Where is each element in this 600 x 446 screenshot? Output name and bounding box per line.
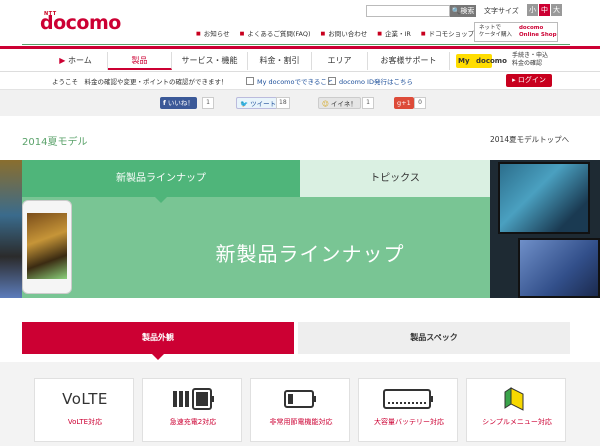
docomo-id-link[interactable]: docomo ID発行はこちら (328, 76, 413, 86)
font-size-medium-button[interactable]: 中 (539, 4, 550, 16)
feature-label: 非常用節電機能対応 (269, 418, 333, 426)
font-size-label: 文字サイズ (484, 7, 519, 15)
feature-label: 急速充電2対応 (169, 418, 217, 426)
volte-icon: VoLTE (62, 390, 108, 408)
battery-saver-icon (251, 385, 351, 413)
model-header: 2014夏モデル 2014夏モデルトップへ (0, 116, 600, 160)
welcome-bar: ようこそ 料金の確認や変更・ポイントの確認ができます！ My docomoででき… (0, 72, 600, 90)
tab-topics[interactable]: トピックス (300, 160, 490, 197)
feature-label: シンプルメニュー対応 (482, 418, 552, 426)
nav-item-services[interactable]: サービス・機能 (172, 52, 248, 70)
online-shop-left-text: ネットで ケータイ購入 (479, 25, 513, 38)
tab-lineup[interactable]: 新製品ラインナップ (22, 160, 300, 197)
my-docomo-subtext: 手続き・申込 料金の確認 (512, 52, 549, 67)
font-size-small-button[interactable]: 小 (527, 4, 538, 16)
home-icon: ▶ (59, 56, 66, 65)
feature-label: VoLTE対応 (67, 418, 103, 426)
twitter-icon: 🐦 (240, 100, 249, 108)
phone-image (22, 200, 72, 294)
tablet-image (498, 162, 590, 234)
util-link-contact[interactable]: お問い合わせ (321, 28, 367, 38)
search-input[interactable] (366, 5, 450, 17)
nav-item-home[interactable]: ▶ ホーム (44, 52, 108, 70)
online-shop-logo: docomo Online Shop (519, 25, 557, 38)
feature-card-battery-saver[interactable]: 非常用節電機能対応 (250, 378, 350, 442)
docomo-logo[interactable]: docomo (40, 12, 121, 34)
online-shop-banner[interactable]: ネットで ケータイ購入 docomo Online Shop (474, 22, 558, 42)
site-header: NTT docomo 🔍検索 文字サイズ 小 中 大 お知らせ よくあるご質問(… (0, 0, 600, 46)
feature-card-simple-menu[interactable]: シンプルメニュー対応 (466, 378, 566, 442)
banner-left-image (0, 160, 22, 298)
model-divider (22, 44, 570, 45)
tab-pointer (155, 197, 167, 203)
tweet-button[interactable]: 🐦 ツイート (236, 97, 281, 109)
font-size-large-button[interactable]: 大 (551, 4, 562, 16)
feature-cards: VoLTE VoLTE対応 急速充電2対応 非常用節電機能対応 大容量バッテリー… (0, 362, 600, 446)
tab-exterior[interactable]: 製品外観 (22, 322, 294, 354)
feature-card-volte[interactable]: VoLTE VoLTE対応 (34, 378, 134, 442)
facebook-count: 1 (202, 97, 214, 109)
lock-icon: ▸ (512, 76, 516, 84)
phone-screen (27, 213, 67, 279)
welcome-text: ようこそ 料金の確認や変更・ポイントの確認ができます！ (52, 78, 228, 86)
tweet-count: 18 (276, 97, 290, 109)
nav-item-area[interactable]: エリア (312, 52, 368, 70)
tablet-image-2 (518, 238, 600, 298)
hero-banner: 新製品ラインナップ トピックス 新製品ラインナップ (0, 160, 600, 298)
mixi-count: 1 (362, 97, 374, 109)
global-nav: ▶ ホーム 製品 サービス・機能 料金・割引 エリア お客様サポート My do… (0, 46, 600, 72)
util-link-corporate[interactable]: 企業・IR (377, 28, 411, 38)
fast-charge-icon (143, 385, 243, 413)
mixi-like-button[interactable]: ☺ イイネ！ (318, 97, 361, 109)
nav-item-support[interactable]: お客様サポート (368, 52, 450, 70)
facebook-like-button[interactable]: f いいね！ (160, 97, 197, 109)
model-title: 2014夏モデル (22, 137, 88, 148)
google-plus-button[interactable]: g+1 (394, 97, 414, 109)
utility-links: お知らせ よくあるご質問(FAQ) お問い合わせ 企業・IR ドコモショップ (196, 28, 474, 38)
nav-item-products[interactable]: 製品 (108, 52, 172, 70)
large-battery-icon (359, 385, 459, 413)
util-link-news[interactable]: お知らせ (196, 28, 230, 38)
banner-headline: 新製品ラインナップ (215, 242, 405, 266)
my-docomo-text[interactable]: docomo (476, 57, 507, 65)
my-docomo-info-link[interactable]: My docomoでできること (246, 76, 333, 86)
social-strip: f いいね！ 1 🐦 ツイート 18 ☺ イイネ！ 1 g+1 0 (0, 90, 600, 116)
nav-item-pricing[interactable]: 料金・割引 (248, 52, 312, 70)
facebook-icon: f (163, 99, 166, 107)
search-button[interactable]: 🔍検索 (450, 5, 476, 17)
util-link-faq[interactable]: よくあるご質問(FAQ) (240, 28, 310, 38)
feature-label: 大容量バッテリー対応 (374, 418, 444, 426)
mixi-icon: ☺ (322, 100, 329, 108)
spec-tab-pointer (152, 354, 164, 360)
login-button[interactable]: ▸ ログイン (506, 74, 552, 87)
feature-card-fast-charge[interactable]: 急速充電2対応 (142, 378, 242, 442)
model-top-link[interactable]: 2014夏モデルトップへ (490, 134, 569, 145)
simple-menu-icon (467, 385, 567, 413)
feature-card-large-battery[interactable]: 大容量バッテリー対応 (358, 378, 458, 442)
util-link-docomo-shop[interactable]: ドコモショップ (421, 28, 475, 38)
google-plus-count: 0 (414, 97, 426, 109)
spec-tabs: 製品外観 製品スペック (22, 322, 570, 360)
tab-spec[interactable]: 製品スペック (298, 322, 570, 354)
